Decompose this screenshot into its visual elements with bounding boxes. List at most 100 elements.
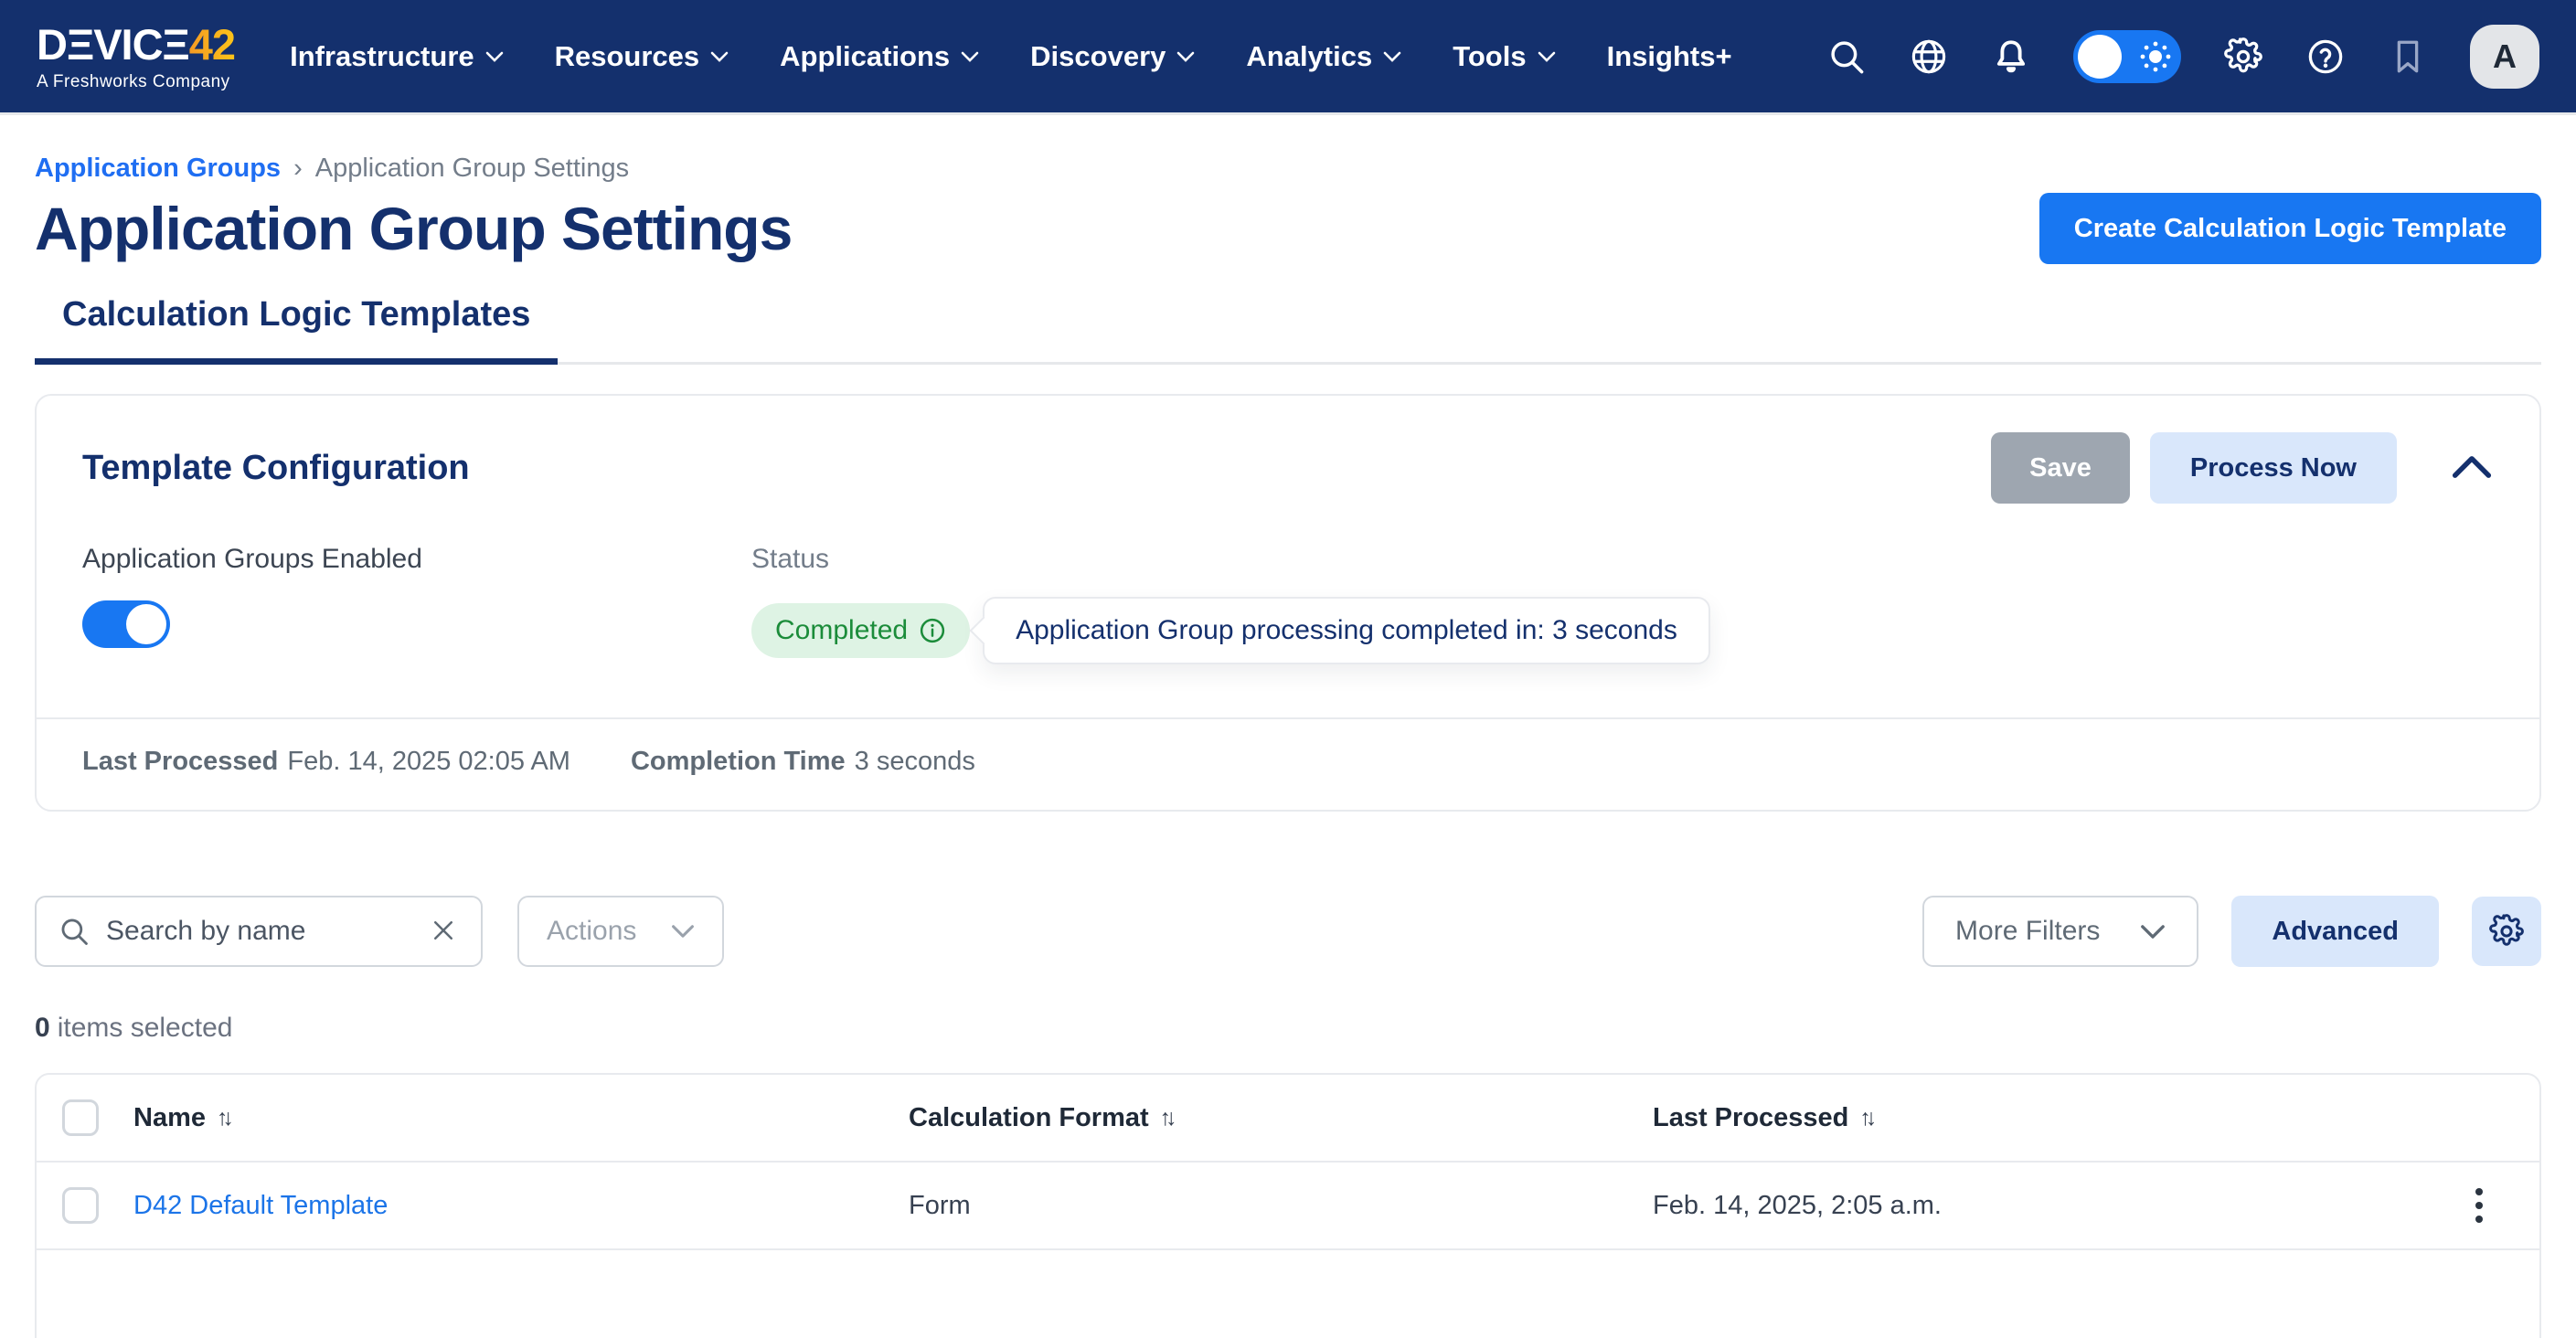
template-configuration-header: Template Configuration Save Process Now bbox=[37, 396, 2539, 504]
settings-button[interactable] bbox=[2223, 37, 2263, 77]
enabled-field: Application Groups Enabled bbox=[82, 544, 751, 664]
sort-icon: ↑↓ bbox=[217, 1105, 229, 1131]
main-navigation: Infrastructure Resources Applications Di… bbox=[290, 40, 1731, 73]
list-toolbar: Actions More Filters Advanced bbox=[35, 896, 2541, 967]
notifications-button[interactable] bbox=[1991, 37, 2031, 77]
sun-icon bbox=[2139, 40, 2172, 73]
breadcrumb: Application Groups › Application Group S… bbox=[35, 154, 2541, 184]
kebab-icon bbox=[2475, 1188, 2483, 1195]
table-settings-button[interactable] bbox=[2472, 897, 2541, 966]
nav-item-discovery[interactable]: Discovery bbox=[1030, 40, 1195, 73]
advanced-button[interactable]: Advanced bbox=[2231, 896, 2439, 967]
process-now-button[interactable]: Process Now bbox=[2150, 432, 2397, 504]
template-configuration-body: Application Groups Enabled Status Comple… bbox=[37, 504, 2539, 717]
table-row: D42 Default Template Form Feb. 14, 2025,… bbox=[37, 1163, 2539, 1250]
user-avatar[interactable]: A bbox=[2470, 25, 2539, 89]
breadcrumb-separator: › bbox=[293, 154, 303, 184]
logo-wordmark: DΞVICΞ42 bbox=[37, 23, 235, 66]
selection-summary: 0 items selected bbox=[35, 1013, 2541, 1044]
chevron-down-icon bbox=[961, 51, 979, 62]
search-icon bbox=[1827, 37, 1866, 76]
card-actions: Save Process Now bbox=[1991, 432, 2494, 504]
clear-search-button[interactable] bbox=[428, 916, 459, 947]
cell-calculation-format: Form bbox=[909, 1191, 1653, 1221]
create-calculation-logic-template-button[interactable]: Create Calculation Logic Template bbox=[2039, 193, 2541, 264]
column-header-last-processed[interactable]: Last Processed↑↓ bbox=[1653, 1103, 2457, 1133]
more-filters-dropdown[interactable]: More Filters bbox=[1922, 896, 2198, 967]
breadcrumb-link-application-groups[interactable]: Application Groups bbox=[35, 154, 281, 184]
theme-toggle[interactable] bbox=[2073, 30, 2181, 83]
tab-bar: Calculation Logic Templates bbox=[35, 295, 2541, 365]
device42-logo[interactable]: DΞVICΞ42 A Freshworks Company bbox=[37, 23, 235, 90]
breadcrumb-current: Application Group Settings bbox=[315, 154, 629, 184]
chevron-down-icon bbox=[485, 51, 504, 62]
search-button[interactable] bbox=[1826, 37, 1867, 77]
toggle-knob bbox=[2078, 35, 2122, 79]
row-checkbox[interactable] bbox=[62, 1187, 99, 1224]
header-checkbox-cell bbox=[37, 1099, 133, 1136]
enabled-label: Application Groups Enabled bbox=[82, 544, 751, 575]
nav-item-insights[interactable]: Insights+ bbox=[1607, 40, 1732, 73]
main-content: Application Groups › Application Group S… bbox=[0, 115, 2576, 1338]
chevron-up-icon bbox=[2452, 455, 2492, 479]
status-tooltip: Application Group processing completed i… bbox=[983, 597, 1710, 664]
chevron-down-icon bbox=[1383, 51, 1401, 62]
close-icon bbox=[430, 917, 457, 944]
nav-item-analytics[interactable]: Analytics bbox=[1246, 40, 1401, 73]
info-icon[interactable] bbox=[919, 617, 946, 644]
save-button[interactable]: Save bbox=[1991, 432, 2130, 504]
page-header: Application Group Settings Create Calcul… bbox=[35, 193, 2541, 264]
toggle-knob bbox=[126, 604, 166, 644]
search-input[interactable] bbox=[106, 916, 411, 947]
globe-icon bbox=[1910, 37, 1948, 76]
template-link[interactable]: D42 Default Template bbox=[133, 1191, 388, 1220]
templates-table: Name↑↓ Calculation Format↑↓ Last Process… bbox=[35, 1073, 2541, 1338]
globe-button[interactable] bbox=[1909, 37, 1949, 77]
actions-label: Actions bbox=[547, 916, 636, 947]
chevron-down-icon bbox=[671, 924, 695, 939]
completion-time-value: 3 seconds bbox=[855, 747, 975, 776]
collapse-button[interactable] bbox=[2450, 446, 2494, 490]
avatar-initial: A bbox=[2493, 37, 2517, 76]
nav-item-tools[interactable]: Tools bbox=[1453, 40, 1555, 73]
row-checkbox-cell bbox=[37, 1187, 133, 1224]
select-all-checkbox[interactable] bbox=[62, 1099, 99, 1136]
search-icon bbox=[59, 916, 90, 947]
bookmark-button[interactable] bbox=[2388, 37, 2428, 77]
toolbar-right: More Filters Advanced bbox=[1922, 896, 2541, 967]
row-actions-menu[interactable] bbox=[2457, 1184, 2501, 1227]
gear-icon bbox=[2224, 37, 2262, 76]
last-processed-meta: Last Processed Feb. 14, 2025 02:05 AM bbox=[82, 747, 570, 777]
logo-subtitle: A Freshworks Company bbox=[37, 73, 235, 90]
selection-count: 0 bbox=[35, 1013, 50, 1043]
sort-icon: ↑↓ bbox=[1859, 1105, 1871, 1131]
sort-icon: ↑↓ bbox=[1160, 1105, 1172, 1131]
status-row: Completed Application Group processing c… bbox=[751, 597, 1710, 664]
chevron-down-icon bbox=[710, 51, 729, 62]
search-box bbox=[35, 896, 483, 967]
cell-name: D42 Default Template bbox=[133, 1191, 909, 1221]
bell-icon bbox=[1992, 37, 2030, 76]
nav-item-infrastructure[interactable]: Infrastructure bbox=[290, 40, 504, 73]
card-title: Template Configuration bbox=[82, 449, 470, 488]
column-header-calculation-format[interactable]: Calculation Format↑↓ bbox=[909, 1103, 1653, 1133]
chevron-down-icon bbox=[1176, 51, 1195, 62]
page-title: Application Group Settings bbox=[35, 194, 792, 263]
chevron-down-icon bbox=[2140, 924, 2166, 940]
chevron-down-icon bbox=[1538, 51, 1556, 62]
more-filters-label: More Filters bbox=[1955, 916, 2100, 947]
actions-dropdown[interactable]: Actions bbox=[517, 896, 724, 967]
last-processed-label: Last Processed bbox=[82, 747, 278, 776]
nav-item-applications[interactable]: Applications bbox=[780, 40, 979, 73]
status-label: Status bbox=[751, 544, 1710, 575]
help-button[interactable] bbox=[2305, 37, 2346, 77]
cell-last-processed: Feb. 14, 2025, 2:05 a.m. bbox=[1653, 1191, 2457, 1221]
application-groups-enabled-toggle[interactable] bbox=[82, 600, 170, 648]
navbar-actions: A bbox=[1826, 25, 2539, 89]
nav-item-resources[interactable]: Resources bbox=[555, 40, 729, 73]
last-processed-value: Feb. 14, 2025 02:05 AM bbox=[287, 747, 570, 776]
column-header-name[interactable]: Name↑↓ bbox=[133, 1103, 909, 1133]
tab-calculation-logic-templates[interactable]: Calculation Logic Templates bbox=[35, 295, 558, 365]
status-field: Status Completed Application Group proce… bbox=[751, 544, 1710, 664]
selection-label: items selected bbox=[58, 1013, 233, 1043]
